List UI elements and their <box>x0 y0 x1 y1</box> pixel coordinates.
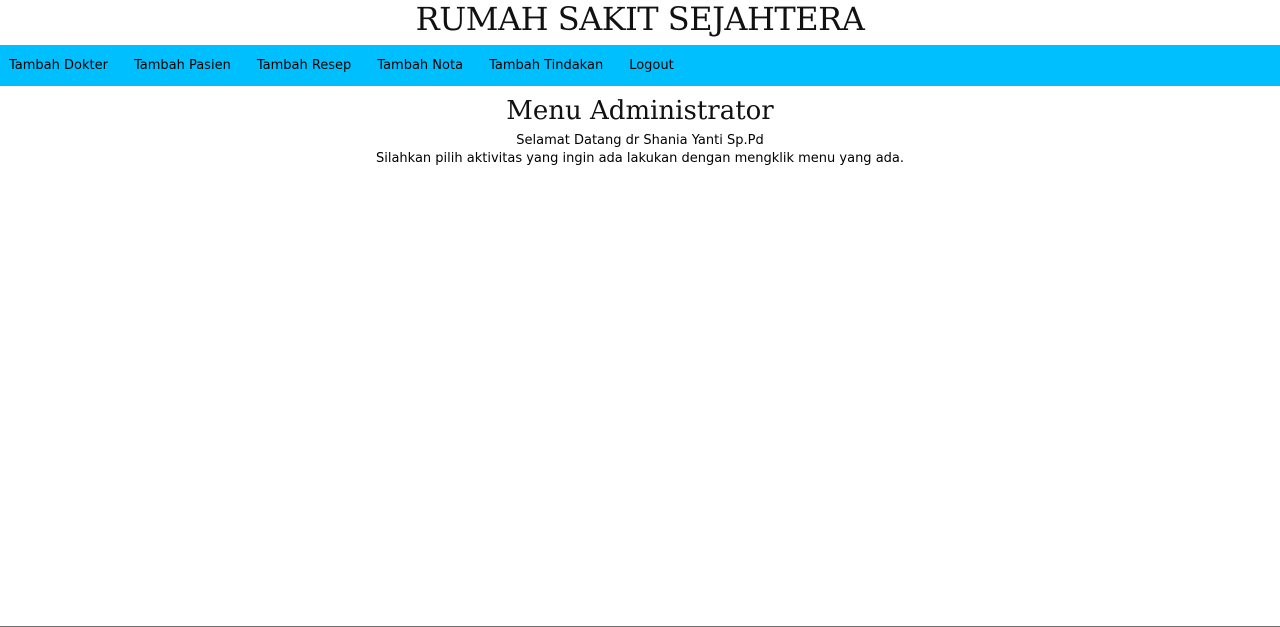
page-heading: Menu Administrator <box>506 96 774 126</box>
nav-tambah-dokter[interactable]: Tambah Dokter <box>9 58 108 73</box>
nav-tambah-resep[interactable]: Tambah Resep <box>257 58 351 73</box>
nav-tambah-tindakan[interactable]: Tambah Tindakan <box>489 58 603 73</box>
page: RUMAH SAKIT SEJAHTERA Tambah Dokter Tamb… <box>0 0 1280 627</box>
nav-tambah-nota[interactable]: Tambah Nota <box>377 58 463 73</box>
instruction-text: Silahkan pilih aktivitas yang ingin ada … <box>375 151 905 166</box>
nav-tambah-pasien[interactable]: Tambah Pasien <box>134 58 231 73</box>
main-content: Menu Administrator Selamat Datang dr Sha… <box>0 96 1280 168</box>
nav-logout[interactable]: Logout <box>629 58 674 73</box>
main-nav: Tambah Dokter Tambah Pasien Tambah Resep… <box>0 45 1280 86</box>
site-title: RUMAH SAKIT SEJAHTERA <box>415 0 865 38</box>
welcome-text: Selamat Datang dr Shania Yanti Sp.Pd <box>516 133 764 148</box>
